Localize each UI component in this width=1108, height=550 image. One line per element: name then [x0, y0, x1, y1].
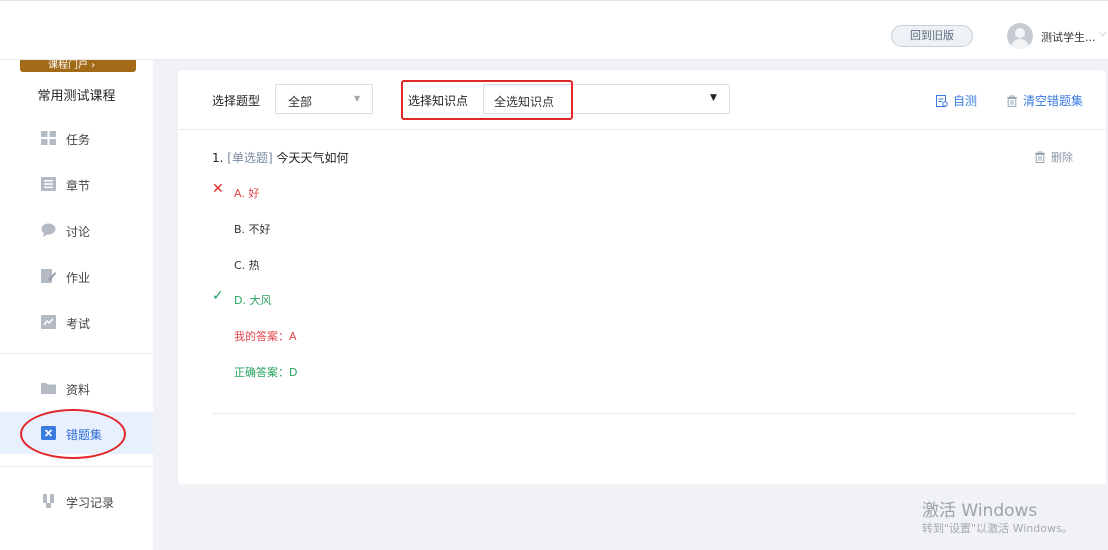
delete-label: 删除 [1051, 151, 1073, 164]
sidebar-item-label: 考试 [66, 317, 91, 331]
sidebar-item-label: 作业 [66, 271, 91, 285]
chat-bubble-icon [41, 223, 56, 237]
caret-down-icon: ▼ [710, 93, 717, 103]
question-type-tag: [单选题] [227, 151, 273, 165]
sidebar-item-label: 资料 [66, 383, 91, 397]
sidebar-item-exam[interactable]: 考试 [0, 301, 153, 343]
activation-watermark-subtitle: 转到"设置"以激活 Windows。 [922, 522, 1073, 535]
sidebar-item-discussion[interactable]: 讨论 [0, 209, 153, 251]
sidebar-item-tasks[interactable]: 任务 [0, 117, 153, 159]
back-to-old-version-button[interactable]: 回到旧版 [891, 25, 973, 47]
self-test-button[interactable]: 自测 [936, 92, 977, 109]
question-title: 1. [单选题] 今天天气如何 [212, 149, 349, 166]
username[interactable]: 测试学生... [1041, 29, 1096, 45]
question-number: 1. [212, 151, 224, 165]
sidebar-item-homework[interactable]: 作业 [0, 255, 153, 297]
clear-wrong-set-button[interactable]: 清空错题集 [1006, 92, 1083, 109]
edit-doc-icon [41, 269, 56, 283]
sidebar-divider [0, 353, 153, 354]
option-d: D. 大风 [234, 294, 272, 307]
clear-wrong-set-label: 清空错题集 [1023, 94, 1084, 108]
my-answer: 我的答案：A [234, 330, 297, 343]
activation-watermark-title: 激活 Windows [922, 501, 1038, 521]
trash-icon [1035, 151, 1045, 163]
folder-icon [41, 383, 56, 394]
filter-bar: 选择题型 全部 ▼ 选择知识点 全选知识点 ▼ 自测 清空错题集 [178, 70, 1106, 130]
sidebar-divider [0, 466, 153, 467]
check-mark-icon: ✓ [212, 288, 224, 304]
record-icon [43, 494, 54, 508]
delete-question-button[interactable]: 删除 [1034, 149, 1073, 165]
sidebar-item-study-record[interactable]: 学习记录 [0, 480, 153, 522]
course-portal-link[interactable]: 课程门户 › [20, 60, 136, 72]
option-c: C. 热 [234, 259, 260, 272]
avatar[interactable] [1007, 23, 1033, 49]
annotation-ellipse [20, 409, 126, 459]
self-test-label: 自测 [953, 94, 978, 108]
question-divider [212, 413, 1076, 414]
main-content: 选择题型 全部 ▼ 选择知识点 全选知识点 ▼ 自测 清空错题集 1. [单选题… [178, 70, 1106, 484]
question-text: 今天天气如何 [276, 151, 349, 165]
self-test-icon [936, 95, 948, 107]
course-title: 常用测试课程 [37, 89, 116, 104]
top-bar: 回到旧版 测试学生... ⌵ [0, 0, 1108, 60]
exam-icon [41, 315, 56, 329]
question-type-value: 全部 [288, 95, 313, 109]
sidebar-item-label: 讨论 [66, 225, 91, 239]
sidebar-item-chapters[interactable]: 章节 [0, 163, 153, 205]
correct-answer: 正确答案：D [234, 366, 298, 379]
wrong-mark-icon: ✕ [212, 181, 224, 197]
sidebar-item-label: 任务 [66, 133, 91, 147]
trash-icon [1007, 95, 1017, 107]
sidebar-item-label: 学习记录 [66, 496, 115, 510]
caret-down-icon: ▼ [354, 94, 361, 103]
option-b: B. 不好 [234, 223, 271, 236]
option-a: A. 好 [234, 187, 260, 200]
grid-icon [41, 131, 56, 145]
question-type-select[interactable]: 全部 ▼ [275, 84, 373, 114]
sidebar-item-label: 章节 [66, 179, 91, 193]
sidebar-item-materials[interactable]: 资料 [0, 367, 153, 409]
chevron-down-icon[interactable]: ⌵ [1099, 28, 1107, 39]
question-type-label: 选择题型 [212, 94, 261, 108]
list-icon [41, 177, 56, 191]
sidebar: 课程门户 › 常用测试课程 任务 章节 讨论 作业 考试 资料 错题集 学习记录 [0, 60, 153, 550]
annotation-rectangle [401, 80, 573, 120]
